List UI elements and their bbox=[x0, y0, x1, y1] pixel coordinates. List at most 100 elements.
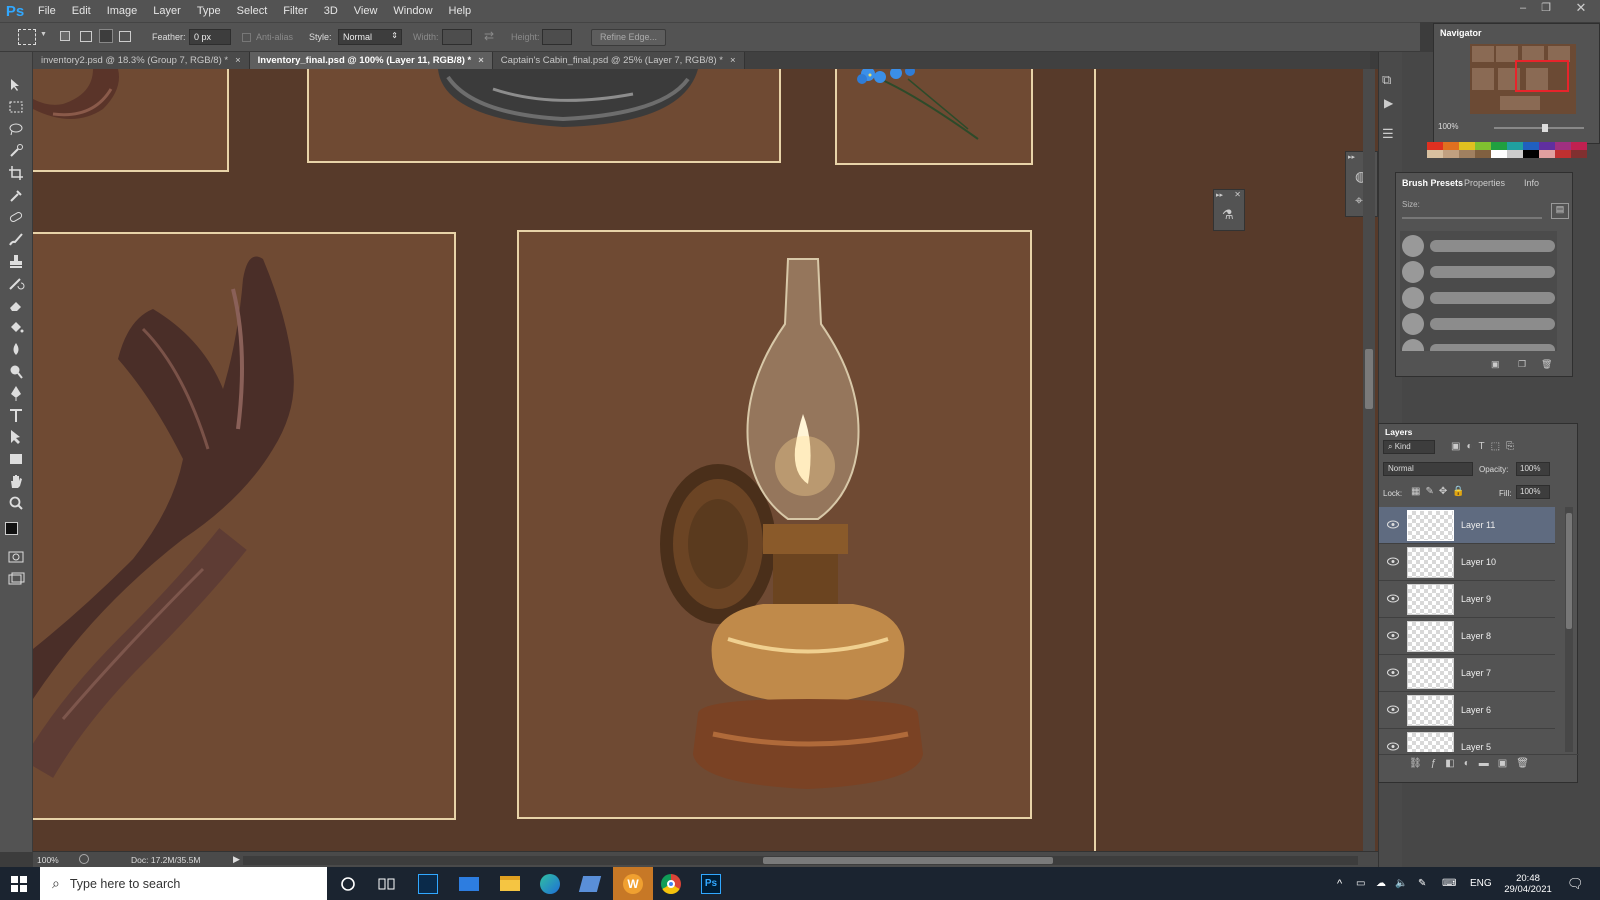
task-view-icon[interactable] bbox=[373, 870, 401, 897]
3d-axis-icon[interactable]: ⌖ bbox=[1355, 192, 1363, 209]
swatches-strip[interactable] bbox=[1427, 142, 1587, 160]
collapse-icon[interactable]: ▸▸ bbox=[1348, 153, 1355, 161]
foreground-color-swatch[interactable] bbox=[5, 522, 18, 535]
tray-pen-icon[interactable]: ✎ bbox=[1418, 867, 1426, 900]
feather-input[interactable]: 0 px bbox=[189, 29, 231, 45]
status-arrow-icon[interactable]: ▶ bbox=[233, 854, 240, 865]
network-drive-icon[interactable] bbox=[576, 870, 604, 897]
mail-icon[interactable] bbox=[455, 870, 483, 897]
marquee-tool-preset-icon[interactable] bbox=[18, 29, 36, 45]
new-brush-icon[interactable]: ▣ bbox=[1491, 359, 1500, 370]
collapse-icon[interactable]: ▸▸ bbox=[1216, 191, 1223, 199]
subtract-selection-icon[interactable] bbox=[99, 29, 113, 43]
refine-edge-button[interactable]: Refine Edge... bbox=[591, 29, 666, 46]
document-canvas[interactable]: ▸▸ ✕ ⚗ ▸▸ ✕ ◍ ⌖ bbox=[33, 69, 1378, 851]
history-brush-tool-icon[interactable] bbox=[6, 274, 26, 292]
floating-tool-panel[interactable]: ▸▸ ✕ ⚗ bbox=[1213, 189, 1245, 231]
input-language[interactable]: ENG bbox=[1470, 867, 1492, 900]
notification-center-icon[interactable]: 🗨 bbox=[1567, 867, 1584, 900]
photoshop-taskbar-icon[interactable]: Ps bbox=[697, 870, 725, 897]
history-icon[interactable]: ⧉ bbox=[1382, 72, 1391, 88]
menu-3d[interactable]: 3D bbox=[316, 0, 346, 22]
menu-image[interactable]: Image bbox=[99, 0, 146, 22]
eyedropper-tool-icon[interactable] bbox=[6, 186, 26, 204]
layer-row[interactable]: Layer 10 bbox=[1379, 544, 1555, 581]
height-input[interactable] bbox=[542, 29, 572, 45]
eraser-tool-icon[interactable] bbox=[6, 296, 26, 314]
close-window-icon[interactable]: ✕ bbox=[1570, 0, 1592, 16]
tray-volume-icon[interactable]: 🔈 bbox=[1395, 867, 1407, 900]
duplicate-brush-icon[interactable]: ❐ bbox=[1518, 359, 1526, 370]
layer-filter-icons[interactable]: ▣◐T⬚⎘ bbox=[1451, 441, 1520, 452]
zoom-level[interactable]: 100% bbox=[37, 855, 59, 865]
chevron-down-icon[interactable]: ▼ bbox=[40, 31, 47, 38]
menu-file[interactable]: File bbox=[30, 0, 64, 22]
eye-icon[interactable] bbox=[1387, 520, 1399, 529]
tab-info[interactable]: Info bbox=[1524, 178, 1539, 188]
taskbar-search-box[interactable]: ⌕ Type here to search bbox=[40, 867, 327, 900]
paint-bucket-tool-icon[interactable] bbox=[6, 318, 26, 336]
tray-keyboard-icon[interactable]: ⌨ bbox=[1442, 867, 1456, 900]
menu-help[interactable]: Help bbox=[441, 0, 480, 22]
navigator-view-box[interactable] bbox=[1515, 60, 1569, 92]
layer-row[interactable]: Layer 7 bbox=[1379, 655, 1555, 692]
file-explorer-icon[interactable] bbox=[496, 870, 524, 897]
type-tool-icon[interactable] bbox=[6, 406, 26, 424]
layer-row[interactable]: Layer 9 bbox=[1379, 581, 1555, 618]
close-tab-icon[interactable]: × bbox=[478, 55, 484, 66]
eye-icon[interactable] bbox=[1387, 668, 1399, 677]
new-selection-icon[interactable] bbox=[60, 31, 70, 41]
opacity-input[interactable]: 100% bbox=[1516, 462, 1550, 476]
eye-icon[interactable] bbox=[1387, 631, 1399, 640]
layer-row[interactable]: Layer 11 bbox=[1379, 507, 1555, 544]
screen-mode-icon[interactable] bbox=[6, 570, 26, 588]
layer-row[interactable]: Layer 6 bbox=[1379, 692, 1555, 729]
style-select[interactable]: Normal ⇕ bbox=[338, 29, 402, 45]
tray-clock[interactable]: 20:48 29/04/2021 bbox=[1504, 867, 1552, 900]
eye-icon[interactable] bbox=[1387, 705, 1399, 714]
photoshop-app-icon-blue[interactable] bbox=[414, 870, 442, 897]
layer-row[interactable]: Layer 5 bbox=[1379, 729, 1555, 752]
size-slider[interactable] bbox=[1402, 217, 1542, 219]
close-tab-icon[interactable]: × bbox=[730, 55, 736, 66]
menu-filter[interactable]: Filter bbox=[275, 0, 315, 22]
restore-icon[interactable]: ❐ bbox=[1535, 0, 1557, 16]
dodge-tool-icon[interactable] bbox=[6, 362, 26, 380]
navigator-thumbnail[interactable] bbox=[1470, 44, 1576, 114]
hand-tool-icon[interactable] bbox=[6, 472, 26, 490]
menu-type[interactable]: Type bbox=[189, 0, 229, 22]
clone-source-icon[interactable]: ⚗ bbox=[1222, 207, 1234, 223]
w-app-icon[interactable]: W bbox=[613, 867, 653, 900]
delete-brush-icon[interactable]: 🗑 bbox=[1541, 359, 1552, 370]
menu-window[interactable]: Window bbox=[385, 0, 440, 22]
pen-tool-icon[interactable] bbox=[6, 384, 26, 402]
eye-icon[interactable] bbox=[1387, 594, 1399, 603]
marquee-tool-icon[interactable] bbox=[6, 98, 26, 116]
intersect-selection-icon[interactable] bbox=[119, 31, 131, 42]
lock-icons[interactable]: ▦✎✥🔒 bbox=[1411, 486, 1470, 497]
layers-scrollbar[interactable] bbox=[1565, 507, 1573, 752]
show-hidden-icons[interactable]: ^ bbox=[1337, 867, 1342, 900]
brush-tool-icon[interactable] bbox=[6, 230, 26, 248]
menu-edit[interactable]: Edit bbox=[64, 0, 99, 22]
horizontal-scrollbar[interactable] bbox=[243, 856, 1358, 865]
eye-icon[interactable] bbox=[1387, 557, 1399, 566]
swap-icon[interactable]: ⇄ bbox=[484, 29, 494, 43]
tab-captains-cabin[interactable]: Captain's Cabin_final.psd @ 25% (Layer 7… bbox=[492, 52, 745, 69]
close-icon[interactable]: ✕ bbox=[1234, 190, 1241, 199]
layer-row[interactable]: Layer 8 bbox=[1379, 618, 1555, 655]
tab-brush-presets[interactable]: Brush Presets bbox=[1402, 178, 1463, 188]
vertical-scroll-thumb[interactable] bbox=[1365, 349, 1373, 409]
tab-inventory-final[interactable]: Inventory_final.psd @ 100% (Layer 11, RG… bbox=[249, 52, 493, 69]
status-info-icon[interactable] bbox=[79, 854, 89, 864]
blur-tool-icon[interactable] bbox=[6, 340, 26, 358]
menu-select[interactable]: Select bbox=[229, 0, 276, 22]
tab-properties[interactable]: Properties bbox=[1464, 178, 1505, 188]
quick-selection-tool-icon[interactable] bbox=[6, 142, 26, 160]
menu-view[interactable]: View bbox=[346, 0, 386, 22]
path-selection-tool-icon[interactable] bbox=[6, 428, 26, 446]
navigator-zoom[interactable]: 100% bbox=[1438, 122, 1458, 131]
healing-brush-tool-icon[interactable] bbox=[6, 208, 26, 226]
zoom-tool-icon[interactable] bbox=[6, 494, 26, 512]
menu-layer[interactable]: Layer bbox=[145, 0, 189, 22]
